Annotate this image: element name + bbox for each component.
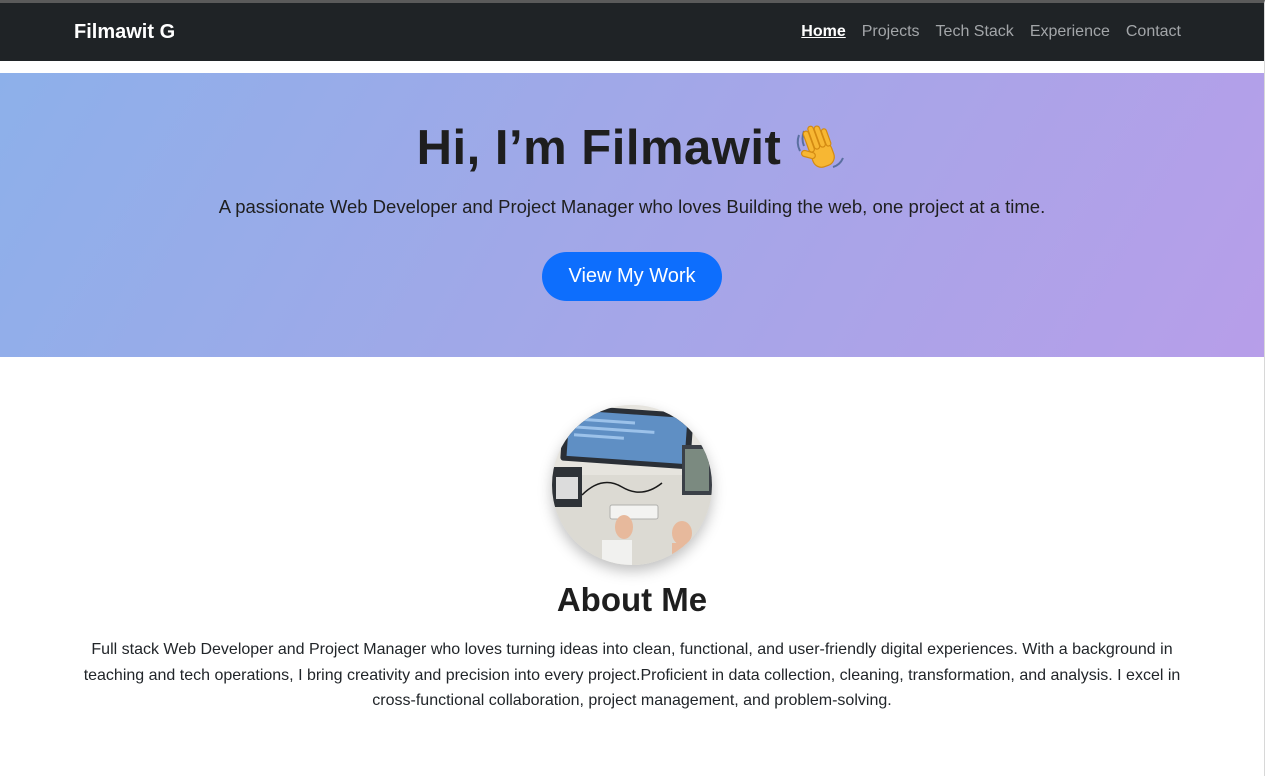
nav-link-home[interactable]: Home — [801, 23, 845, 41]
nav-link-experience[interactable]: Experience — [1030, 23, 1110, 41]
nav-links: Home Projects Tech Stack Experience Cont… — [801, 23, 1181, 41]
avatar — [552, 405, 712, 565]
page: Filmawit G Home Projects Tech Stack Expe… — [0, 0, 1265, 776]
hero-section: Hi, I’m Filmawit A passionate Web Develo… — [0, 73, 1264, 357]
nav-link-contact[interactable]: Contact — [1126, 23, 1181, 41]
workspace-photo — [552, 405, 712, 565]
nav-link-tech-stack[interactable]: Tech Stack — [936, 23, 1014, 41]
brand-link[interactable]: Filmawit G — [74, 21, 175, 44]
navbar: Filmawit G Home Projects Tech Stack Expe… — [0, 3, 1264, 61]
about-title: About Me — [556, 581, 708, 618]
nav-link-projects[interactable]: Projects — [862, 23, 920, 41]
waving-hand-icon — [793, 121, 847, 175]
hero-title: Hi, I’m Filmawit — [417, 120, 848, 176]
view-my-work-button[interactable]: View My Work — [542, 252, 722, 301]
hero-subtitle: A passionate Web Developer and Project M… — [218, 196, 1046, 217]
hero-title-text: Hi, I’m Filmawit — [416, 121, 782, 175]
about-section: About Me Full stack Web Developer and Pr… — [0, 357, 1264, 714]
about-text: Full stack Web Developer and Project Man… — [83, 641, 1181, 709]
